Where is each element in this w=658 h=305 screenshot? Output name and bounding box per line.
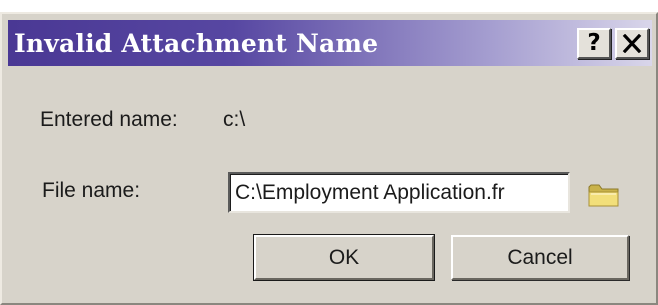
close-button[interactable]: [615, 28, 649, 59]
title-bar[interactable]: Invalid Attachment Name ?: [8, 20, 652, 66]
help-button[interactable]: ?: [577, 28, 611, 59]
file-name-label: File name:: [42, 179, 141, 202]
help-icon: ?: [587, 30, 601, 56]
file-name-input[interactable]: [228, 172, 570, 213]
cancel-button[interactable]: Cancel: [451, 235, 629, 280]
dialog-title: Invalid Attachment Name: [14, 29, 379, 58]
entered-name-value: c:\: [223, 108, 246, 131]
folder-icon[interactable]: [587, 181, 621, 209]
close-icon: [622, 34, 642, 53]
entered-name-label: Entered name:: [40, 108, 178, 131]
invalid-attachment-dialog: Invalid Attachment Name ? Entered name: …: [0, 12, 658, 305]
ok-button[interactable]: OK: [253, 234, 435, 281]
